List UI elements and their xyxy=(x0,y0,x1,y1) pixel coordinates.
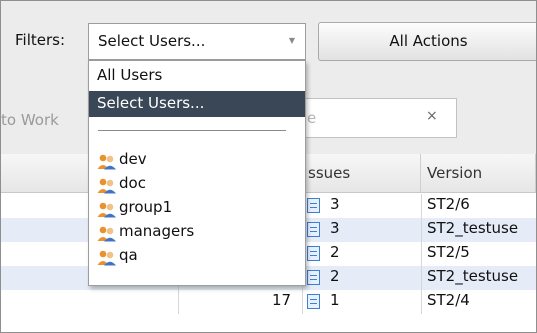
option-label: Select Users... xyxy=(97,94,205,112)
group-item-doc[interactable]: doc xyxy=(89,173,305,197)
group-label: dev xyxy=(119,150,147,168)
all-actions-label: All Actions xyxy=(389,32,468,50)
group-item-qa[interactable]: qa xyxy=(89,245,305,269)
issue-count: 3 xyxy=(330,219,340,237)
group-icon xyxy=(97,226,116,242)
count-cell: 17 xyxy=(272,291,292,309)
issue-count: 2 xyxy=(330,243,340,261)
users-select-value: Select Users... xyxy=(98,32,206,50)
option-label: All Users xyxy=(97,66,163,84)
group-icon xyxy=(97,178,116,194)
filter-input-text: e xyxy=(307,109,317,127)
issue-count: 2 xyxy=(330,267,340,285)
all-actions-button[interactable]: All Actions xyxy=(318,22,536,61)
option-all-users[interactable]: All Users xyxy=(89,63,305,89)
version-cell: ST2/6 xyxy=(427,195,470,213)
chevron-down-icon: ▼ xyxy=(288,36,295,45)
group-item-group1[interactable]: group1 xyxy=(89,197,305,221)
issue-count: 1 xyxy=(330,291,340,309)
column-header-version[interactable]: Version xyxy=(421,154,536,193)
group-label: managers xyxy=(119,222,195,240)
group-label: qa xyxy=(119,246,138,264)
filter-input[interactable]: e × xyxy=(303,98,457,138)
issue-icon xyxy=(307,246,320,261)
filters-label: Filters: xyxy=(15,31,66,49)
clear-icon[interactable]: × xyxy=(426,108,438,124)
menu-divider xyxy=(98,130,286,131)
column-header-issues[interactable]: ssues xyxy=(302,154,421,193)
issue-icon xyxy=(307,294,320,309)
version-cell: ST2/4 xyxy=(427,291,470,309)
group-item-managers[interactable]: managers xyxy=(89,221,305,245)
group-item-dev[interactable]: dev xyxy=(89,149,305,173)
app-window: Filters: Select Users... ▼ All Actions t… xyxy=(0,0,537,333)
work-label: to Work xyxy=(1,111,59,129)
users-dropdown-menu: All Users Select Users... dev doc group1… xyxy=(88,60,306,286)
version-cell: ST2_testuse xyxy=(427,267,519,285)
group-icon xyxy=(97,154,116,170)
group-label: doc xyxy=(119,174,146,192)
group-label: group1 xyxy=(119,198,173,216)
group-icon xyxy=(97,202,116,218)
issue-count: 3 xyxy=(330,195,340,213)
group-icon xyxy=(97,250,116,266)
column-header-issues-label: ssues xyxy=(308,164,351,182)
issue-icon xyxy=(307,270,320,285)
issue-icon xyxy=(307,198,320,213)
table-row[interactable]: 17 1 ST2/4 xyxy=(1,290,536,314)
column-header-version-label: Version xyxy=(427,164,483,182)
version-cell: ST2/5 xyxy=(427,243,470,261)
version-cell: ST2_testuse xyxy=(427,219,519,237)
option-select-users[interactable]: Select Users... xyxy=(89,91,305,117)
users-select[interactable]: Select Users... ▼ xyxy=(88,23,306,60)
issue-icon xyxy=(307,222,320,237)
